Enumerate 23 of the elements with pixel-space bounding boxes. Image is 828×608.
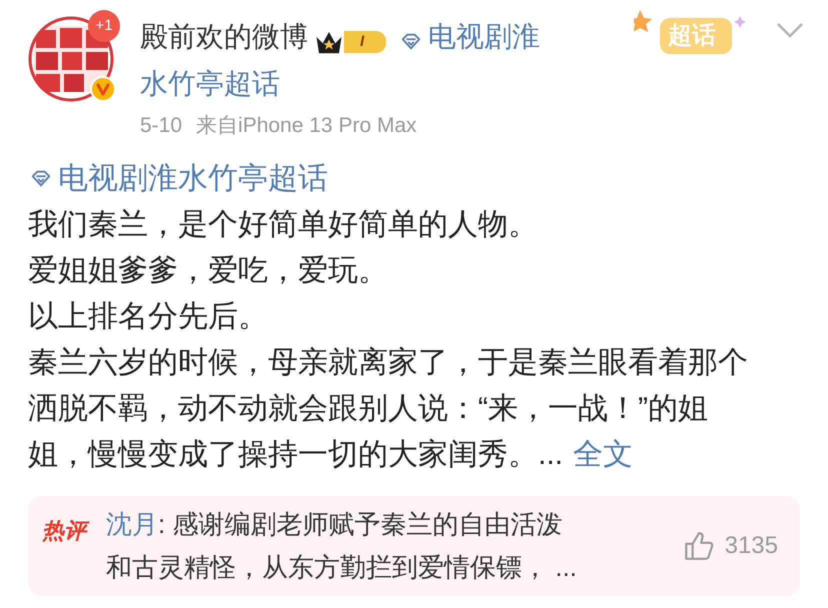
- post-text: 我们秦兰，是个好简单好简单的人物。: [28, 206, 539, 242]
- post-date: 5-10: [140, 113, 182, 139]
- topic-link[interactable]: 水竹亭超话: [140, 68, 280, 99]
- chevron-down-icon[interactable]: [776, 22, 804, 38]
- post-text: 秦兰六岁的时候，母亲就离家了，于是秦兰眼看着那个: [28, 344, 749, 380]
- level-badge: I: [344, 30, 386, 53]
- topic-link[interactable]: 电视剧淮: [428, 21, 540, 52]
- post-text: 爱姐姐爹爹，爱吃，爱玩。: [28, 252, 389, 288]
- post-source: 来自iPhone 13 Pro Max: [196, 113, 417, 139]
- notification-badge: +1: [88, 10, 120, 42]
- author-name[interactable]: 殿前欢的微博: [140, 21, 308, 52]
- thumbs-up-icon: [682, 530, 715, 562]
- comment-text: 和古灵精怪，从东方勤拦到爱情保镖， ...: [106, 550, 578, 584]
- like-button[interactable]: 3135: [682, 528, 778, 564]
- expand-link[interactable]: 全文: [573, 432, 634, 478]
- post-text: 以上排名分先后。: [28, 298, 269, 334]
- topic-link[interactable]: 电视剧淮水竹亭超话: [58, 156, 328, 202]
- post-text: 姐，慢慢变成了操持一切的大家闺秀。...: [28, 436, 564, 472]
- hot-comment-label: 热评: [42, 514, 106, 546]
- post-text: 洒脱不羁，动不动就会跟别人说：“来，一战！”的姐: [28, 390, 709, 426]
- comment-text: : 感谢编剧老师赋予秦兰的自由活泼: [158, 508, 562, 540]
- supertopic-sticker: 超话: [634, 6, 754, 62]
- comment-author[interactable]: 沈月: [106, 502, 158, 546]
